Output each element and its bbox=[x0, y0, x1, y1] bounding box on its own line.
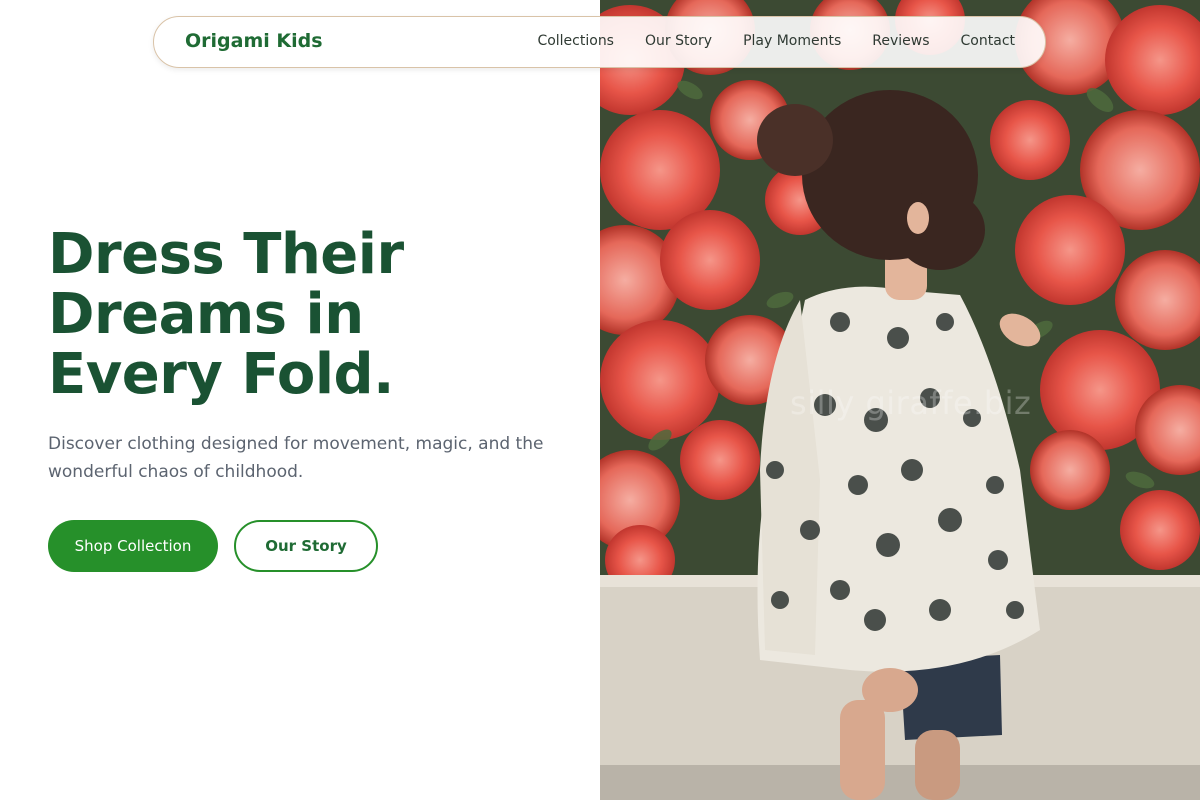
hero-headline-line-3: Every Fold. bbox=[48, 342, 394, 407]
our-story-button[interactable]: Our Story bbox=[234, 520, 378, 572]
hero-headline: Dress Their Dreams in Every Fold. bbox=[48, 225, 568, 405]
hero-headline-line-1: Dress Their bbox=[48, 222, 404, 287]
top-navigation: Origami Kids Collections Our Story Play … bbox=[153, 16, 1046, 68]
hero-subtitle: Discover clothing designed for movement,… bbox=[48, 434, 544, 482]
photo-watermark: silly giraffe.biz bbox=[790, 384, 1032, 422]
nav-link-collections[interactable]: Collections bbox=[537, 33, 614, 49]
nav-links: Collections Our Story Play Moments Revie… bbox=[537, 33, 1015, 49]
nav-link-our-story[interactable]: Our Story bbox=[645, 33, 712, 49]
brand-logo[interactable]: Origami Kids bbox=[185, 30, 323, 52]
landing-page: silly giraffe.biz Origami Kids Collectio… bbox=[0, 0, 1200, 800]
hero-section: Dress Their Dreams in Every Fold. Discov… bbox=[48, 225, 568, 486]
nav-link-contact[interactable]: Contact bbox=[961, 33, 1015, 49]
hero-photo: silly giraffe.biz bbox=[600, 0, 1200, 800]
hero-headline-line-2: Dreams in bbox=[48, 282, 364, 347]
shop-collection-button[interactable]: Shop Collection bbox=[48, 520, 218, 572]
nav-link-reviews[interactable]: Reviews bbox=[872, 33, 929, 49]
nav-link-play-moments[interactable]: Play Moments bbox=[743, 33, 841, 49]
hero-cta-group: Shop Collection Our Story bbox=[48, 520, 378, 572]
